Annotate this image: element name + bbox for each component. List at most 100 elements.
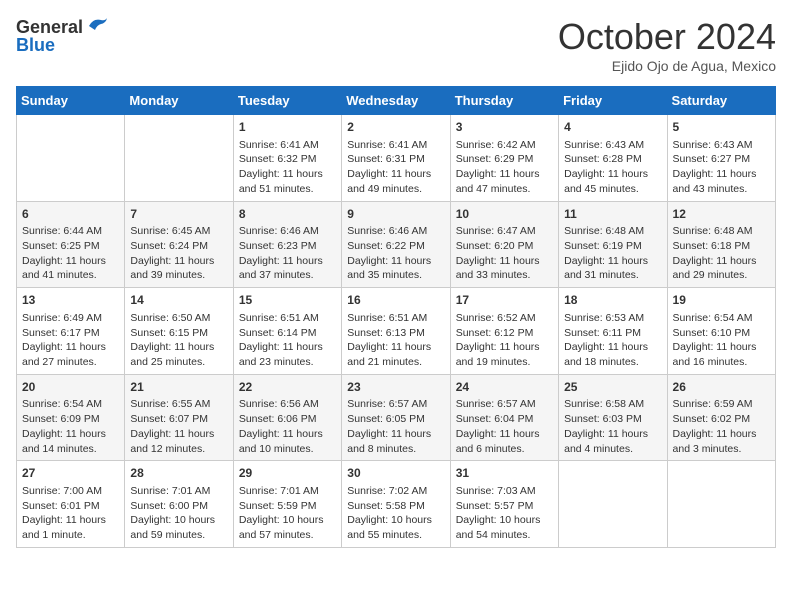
- calendar-body: 1 Sunrise: 6:41 AM Sunset: 6:32 PM Daylig…: [17, 115, 776, 548]
- calendar-cell: 22Sunrise: 6:56 AM Sunset: 6:06 PM Dayli…: [233, 374, 341, 461]
- calendar-cell: 29 Sunrise: 7:01 AM Sunset: 5:59 PM Dayli…: [233, 461, 341, 548]
- day-content: Sunrise: 6:49 AM Sunset: 6:17 PM Dayligh…: [22, 311, 119, 370]
- day-number: 31: [456, 465, 553, 482]
- calendar-cell: 8Sunrise: 6:46 AM Sunset: 6:23 PM Daylig…: [233, 201, 341, 288]
- day-number: 29: [239, 465, 336, 482]
- day-number: 16: [347, 292, 444, 309]
- calendar-cell: [559, 461, 667, 548]
- page-header: General Blue October 2024 Ejido Ojo de A…: [16, 16, 776, 74]
- day-number: 19: [673, 292, 770, 309]
- calendar-cell: 13 Sunrise: 6:49 AM Sunset: 6:17 PM Dayli…: [17, 288, 125, 375]
- calendar-weekday-header: Sunday: [17, 87, 125, 115]
- day-content: Sunrise: 6:47 AM Sunset: 6:20 PM Dayligh…: [456, 224, 553, 283]
- calendar-cell: 17 Sunrise: 6:52 AM Sunset: 6:12 PM Dayli…: [450, 288, 558, 375]
- day-content: Sunrise: 7:00 AM Sunset: 6:01 PM Dayligh…: [22, 484, 119, 543]
- calendar-cell: 6Sunrise: 6:44 AM Sunset: 6:25 PM Daylig…: [17, 201, 125, 288]
- day-number: 7: [130, 206, 227, 223]
- calendar-cell: 2 Sunrise: 6:41 AM Sunset: 6:31 PM Daylig…: [342, 115, 450, 202]
- day-number: 23: [347, 379, 444, 396]
- day-content: Sunrise: 6:51 AM Sunset: 6:14 PM Dayligh…: [239, 311, 336, 370]
- day-content: Sunrise: 6:59 AM Sunset: 6:02 PM Dayligh…: [673, 397, 770, 456]
- calendar-cell: 11Sunrise: 6:48 AM Sunset: 6:19 PM Dayli…: [559, 201, 667, 288]
- calendar-cell: [125, 115, 233, 202]
- day-content: Sunrise: 6:54 AM Sunset: 6:10 PM Dayligh…: [673, 311, 770, 370]
- calendar-cell: 3 Sunrise: 6:42 AM Sunset: 6:29 PM Daylig…: [450, 115, 558, 202]
- day-number: 28: [130, 465, 227, 482]
- calendar-cell: 10Sunrise: 6:47 AM Sunset: 6:20 PM Dayli…: [450, 201, 558, 288]
- location-text: Ejido Ojo de Agua, Mexico: [558, 58, 776, 74]
- day-content: Sunrise: 6:51 AM Sunset: 6:13 PM Dayligh…: [347, 311, 444, 370]
- day-content: Sunrise: 6:41 AM Sunset: 6:31 PM Dayligh…: [347, 138, 444, 197]
- calendar-week-row: 13 Sunrise: 6:49 AM Sunset: 6:17 PM Dayli…: [17, 288, 776, 375]
- calendar-cell: 20Sunrise: 6:54 AM Sunset: 6:09 PM Dayli…: [17, 374, 125, 461]
- calendar-weekday-header: Tuesday: [233, 87, 341, 115]
- day-content: Sunrise: 6:57 AM Sunset: 6:05 PM Dayligh…: [347, 397, 444, 456]
- day-number: 5: [673, 119, 770, 136]
- logo: General Blue: [16, 16, 109, 56]
- day-number: 25: [564, 379, 661, 396]
- day-number: 14: [130, 292, 227, 309]
- day-number: 17: [456, 292, 553, 309]
- calendar-week-row: 1 Sunrise: 6:41 AM Sunset: 6:32 PM Daylig…: [17, 115, 776, 202]
- calendar-weekday-header: Thursday: [450, 87, 558, 115]
- day-content: Sunrise: 6:42 AM Sunset: 6:29 PM Dayligh…: [456, 138, 553, 197]
- month-title: October 2024: [558, 16, 776, 58]
- day-number: 2: [347, 119, 444, 136]
- calendar-weekday-header: Saturday: [667, 87, 775, 115]
- calendar-week-row: 27Sunrise: 7:00 AM Sunset: 6:01 PM Dayli…: [17, 461, 776, 548]
- calendar-weekday-header: Friday: [559, 87, 667, 115]
- calendar-cell: 26Sunrise: 6:59 AM Sunset: 6:02 PM Dayli…: [667, 374, 775, 461]
- calendar-cell: 24Sunrise: 6:57 AM Sunset: 6:04 PM Dayli…: [450, 374, 558, 461]
- calendar-cell: 12Sunrise: 6:48 AM Sunset: 6:18 PM Dayli…: [667, 201, 775, 288]
- day-number: 24: [456, 379, 553, 396]
- day-content: Sunrise: 6:43 AM Sunset: 6:28 PM Dayligh…: [564, 138, 661, 197]
- calendar-cell: 18 Sunrise: 6:53 AM Sunset: 6:11 PM Dayli…: [559, 288, 667, 375]
- day-number: 1: [239, 119, 336, 136]
- day-content: Sunrise: 6:50 AM Sunset: 6:15 PM Dayligh…: [130, 311, 227, 370]
- calendar-table: SundayMondayTuesdayWednesdayThursdayFrid…: [16, 86, 776, 548]
- day-content: Sunrise: 6:43 AM Sunset: 6:27 PM Dayligh…: [673, 138, 770, 197]
- day-number: 8: [239, 206, 336, 223]
- calendar-cell: 15 Sunrise: 6:51 AM Sunset: 6:14 PM Dayli…: [233, 288, 341, 375]
- calendar-cell: [17, 115, 125, 202]
- calendar-cell: 7Sunrise: 6:45 AM Sunset: 6:24 PM Daylig…: [125, 201, 233, 288]
- calendar-cell: 31 Sunrise: 7:03 AM Sunset: 5:57 PM Dayli…: [450, 461, 558, 548]
- day-content: Sunrise: 6:57 AM Sunset: 6:04 PM Dayligh…: [456, 397, 553, 456]
- day-content: Sunrise: 6:58 AM Sunset: 6:03 PM Dayligh…: [564, 397, 661, 456]
- calendar-cell: 9Sunrise: 6:46 AM Sunset: 6:22 PM Daylig…: [342, 201, 450, 288]
- day-content: Sunrise: 7:01 AM Sunset: 5:59 PM Dayligh…: [239, 484, 336, 543]
- day-number: 15: [239, 292, 336, 309]
- calendar-week-row: 6Sunrise: 6:44 AM Sunset: 6:25 PM Daylig…: [17, 201, 776, 288]
- day-content: Sunrise: 6:41 AM Sunset: 6:32 PM Dayligh…: [239, 138, 336, 197]
- day-number: 3: [456, 119, 553, 136]
- day-content: Sunrise: 6:55 AM Sunset: 6:07 PM Dayligh…: [130, 397, 227, 456]
- day-number: 26: [673, 379, 770, 396]
- day-number: 9: [347, 206, 444, 223]
- day-content: Sunrise: 6:44 AM Sunset: 6:25 PM Dayligh…: [22, 224, 119, 283]
- day-number: 22: [239, 379, 336, 396]
- calendar-cell: 28Sunrise: 7:01 AM Sunset: 6:00 PM Dayli…: [125, 461, 233, 548]
- calendar-cell: 23Sunrise: 6:57 AM Sunset: 6:05 PM Dayli…: [342, 374, 450, 461]
- calendar-cell: 1 Sunrise: 6:41 AM Sunset: 6:32 PM Daylig…: [233, 115, 341, 202]
- logo-blue-text: Blue: [16, 35, 55, 55]
- day-number: 18: [564, 292, 661, 309]
- day-content: Sunrise: 6:45 AM Sunset: 6:24 PM Dayligh…: [130, 224, 227, 283]
- day-number: 13: [22, 292, 119, 309]
- calendar-cell: 4 Sunrise: 6:43 AM Sunset: 6:28 PM Daylig…: [559, 115, 667, 202]
- day-content: Sunrise: 7:03 AM Sunset: 5:57 PM Dayligh…: [456, 484, 553, 543]
- logo-bird-icon: [87, 16, 109, 39]
- day-number: 4: [564, 119, 661, 136]
- day-content: Sunrise: 7:02 AM Sunset: 5:58 PM Dayligh…: [347, 484, 444, 543]
- calendar-weekday-header: Monday: [125, 87, 233, 115]
- day-number: 20: [22, 379, 119, 396]
- day-content: Sunrise: 6:52 AM Sunset: 6:12 PM Dayligh…: [456, 311, 553, 370]
- day-number: 10: [456, 206, 553, 223]
- day-number: 6: [22, 206, 119, 223]
- day-number: 12: [673, 206, 770, 223]
- calendar-cell: 16 Sunrise: 6:51 AM Sunset: 6:13 PM Dayli…: [342, 288, 450, 375]
- day-content: Sunrise: 6:53 AM Sunset: 6:11 PM Dayligh…: [564, 311, 661, 370]
- day-number: 21: [130, 379, 227, 396]
- calendar-header-row: SundayMondayTuesdayWednesdayThursdayFrid…: [17, 87, 776, 115]
- day-content: Sunrise: 6:46 AM Sunset: 6:23 PM Dayligh…: [239, 224, 336, 283]
- calendar-cell: 25Sunrise: 6:58 AM Sunset: 6:03 PM Dayli…: [559, 374, 667, 461]
